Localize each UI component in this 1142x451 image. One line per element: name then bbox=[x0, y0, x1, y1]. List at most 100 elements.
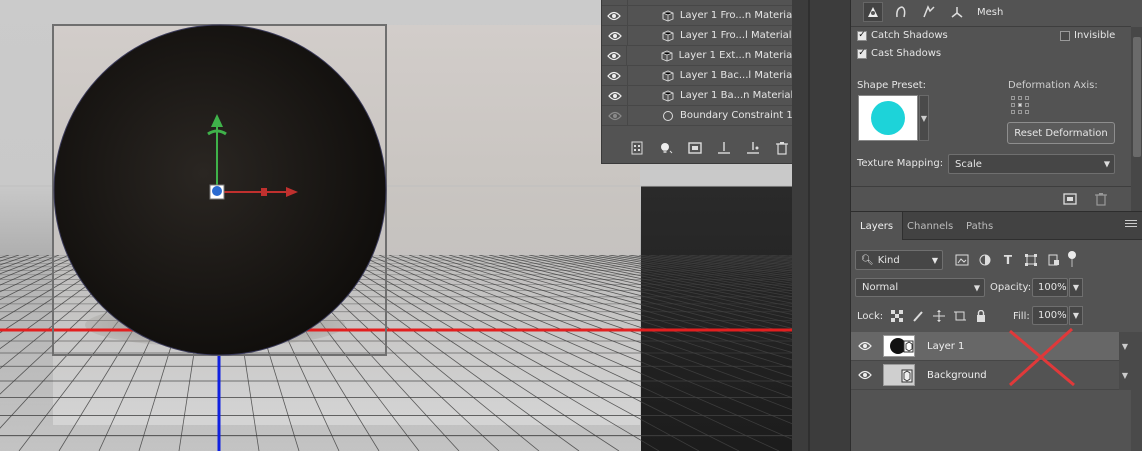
layer-name: Layer 1 bbox=[927, 340, 965, 352]
lock-image-pixels-icon[interactable] bbox=[911, 309, 925, 323]
blend-mode-select[interactable]: Normal ▼ bbox=[855, 278, 985, 297]
properties-footer bbox=[851, 186, 1131, 211]
fill-label: Fill: bbox=[1013, 311, 1030, 322]
scene-row-material[interactable]: Layer 1 Fro...l Material bbox=[602, 25, 795, 46]
deformation-axis-icon[interactable] bbox=[1011, 96, 1031, 116]
reset-deformation-button[interactable]: Reset Deformation bbox=[1007, 122, 1115, 144]
catch-shadows-checkbox[interactable]: ✓ Catch Shadows bbox=[857, 30, 948, 41]
scene-row-material[interactable]: Layer 1 Fro...n Material bbox=[602, 5, 795, 26]
material-icon bbox=[660, 9, 676, 23]
eye-icon[interactable] bbox=[602, 25, 628, 46]
trash-icon[interactable] bbox=[1095, 192, 1107, 209]
ground-icon[interactable] bbox=[715, 139, 733, 157]
layer-row-layer-1[interactable]: Layer 1 ▼ bbox=[851, 331, 1131, 361]
eye-icon[interactable] bbox=[602, 65, 628, 86]
scene-toolbar bbox=[602, 134, 809, 162]
scene-row-constraint[interactable]: Boundary Constraint 1 bbox=[602, 105, 795, 126]
scene-row-material[interactable]: Layer 1 Ba...n Material bbox=[602, 85, 795, 106]
tab-paths[interactable]: Paths bbox=[957, 212, 1002, 240]
properties-tabs: Mesh bbox=[863, 0, 1003, 24]
deformation-axis-label: Deformation Axis: bbox=[1008, 80, 1098, 91]
lock-controls: Lock: bbox=[857, 308, 988, 324]
layers-scrollbar[interactable] bbox=[1131, 332, 1142, 451]
opacity-field[interactable]: 100% bbox=[1032, 278, 1068, 297]
chevron-down-icon: ▼ bbox=[931, 255, 938, 265]
scene-tree: Layer 1 Fro...n Material Layer 1 Fro...l … bbox=[602, 0, 795, 130]
scene-row-label: Layer 1 Ba...n Material bbox=[680, 90, 794, 101]
render-settings-icon[interactable] bbox=[1063, 192, 1077, 209]
eye-icon[interactable] bbox=[602, 45, 628, 66]
coordinates-tab-icon[interactable] bbox=[947, 2, 967, 22]
checkmark-icon[interactable]: ✓ bbox=[857, 48, 867, 59]
pixel-filter-icon[interactable] bbox=[953, 251, 971, 269]
trash-icon[interactable] bbox=[773, 139, 791, 157]
lock-artboard-icon[interactable] bbox=[953, 309, 967, 323]
shape-preset-label: Shape Preset: bbox=[857, 80, 927, 91]
panel-menu-icon[interactable] bbox=[1125, 220, 1137, 232]
filter-toggle-icon[interactable] bbox=[1067, 251, 1077, 269]
lock-label: Lock: bbox=[857, 310, 884, 322]
add-mesh-icon[interactable] bbox=[686, 139, 704, 157]
texture-mapping-label: Texture Mapping: bbox=[857, 158, 944, 169]
eye-icon[interactable] bbox=[851, 341, 879, 351]
eye-icon[interactable] bbox=[602, 5, 628, 26]
opacity-dropdown-icon[interactable]: ▼ bbox=[1069, 278, 1083, 297]
scene-row-label: Boundary Constraint 1 bbox=[680, 110, 793, 121]
layer-name: Background bbox=[927, 369, 987, 381]
layer-row-background[interactable]: Background ▼ bbox=[851, 360, 1131, 390]
lock-all-icon[interactable] bbox=[974, 309, 988, 323]
mesh-label: Mesh bbox=[977, 6, 1004, 18]
chevron-down-icon[interactable]: ▼ bbox=[1119, 331, 1131, 361]
tab-channels[interactable]: Channels bbox=[898, 212, 962, 240]
tab-layers[interactable]: Layers bbox=[851, 212, 904, 240]
material-icon bbox=[660, 69, 676, 83]
fill-field[interactable]: 100% bbox=[1032, 306, 1068, 325]
layer-filter-icons: T bbox=[948, 250, 1077, 270]
3d-scene-panel: Layer 1 Fro...n Material Layer 1 Fro...l … bbox=[601, 0, 809, 164]
cast-shadows-checkbox[interactable]: ✓ Cast Shadows bbox=[857, 48, 941, 59]
checkmark-icon[interactable]: ✓ bbox=[857, 30, 867, 41]
scene-icon[interactable] bbox=[628, 139, 646, 157]
scene-row-material[interactable]: Layer 1 Ext...n Material bbox=[602, 45, 795, 66]
layers-tabbar: Layers Channels Paths bbox=[851, 212, 1142, 240]
shape-filter-icon[interactable] bbox=[1022, 251, 1040, 269]
material-icon bbox=[660, 89, 676, 103]
annotation-x-mark bbox=[1008, 327, 1075, 387]
properties-scrollbar[interactable] bbox=[1131, 27, 1142, 211]
kind-filter-select[interactable]: 🔍︎ Kind ▼ bbox=[855, 250, 943, 270]
eye-icon[interactable] bbox=[602, 105, 628, 126]
scrollbar-thumb[interactable] bbox=[1133, 37, 1141, 157]
eye-icon[interactable] bbox=[602, 85, 628, 106]
scene-row-label: Layer 1 Ext...n Material bbox=[678, 50, 795, 61]
x-scale-handle-icon bbox=[261, 188, 267, 196]
layer-thumbnail bbox=[883, 364, 915, 386]
smart-object-filter-icon[interactable] bbox=[1045, 251, 1063, 269]
cap-tab-icon[interactable] bbox=[919, 2, 939, 22]
checkbox-empty-icon[interactable] bbox=[1060, 30, 1070, 41]
material-icon bbox=[659, 49, 674, 63]
adjustment-filter-icon[interactable] bbox=[976, 251, 994, 269]
constraint-icon bbox=[660, 109, 676, 123]
panel-gutter bbox=[792, 0, 850, 451]
scene-row-label: Layer 1 Fro...l Material bbox=[680, 30, 792, 41]
shape-preset-swatch[interactable] bbox=[858, 95, 918, 141]
lock-position-icon[interactable] bbox=[932, 309, 946, 323]
search-icon: 🔍︎ bbox=[861, 254, 874, 266]
render-icon[interactable] bbox=[744, 139, 762, 157]
lock-transparent-pixels-icon[interactable] bbox=[890, 309, 904, 323]
texture-mapping-select[interactable]: Scale ▼ bbox=[948, 154, 1115, 174]
deform-tab-icon[interactable] bbox=[891, 2, 911, 22]
chevron-down-icon[interactable]: ▼ bbox=[1119, 360, 1131, 390]
eye-icon[interactable] bbox=[851, 370, 879, 380]
mesh-tab-icon[interactable] bbox=[863, 2, 883, 22]
layer-thumbnail bbox=[883, 335, 915, 357]
scene-row-label: Layer 1 Fro...n Material bbox=[679, 10, 795, 21]
properties-panel: Mesh ✓ Catch Shadows ✓ Cast Shadows Invi… bbox=[850, 0, 1142, 211]
type-filter-icon[interactable]: T bbox=[999, 251, 1017, 269]
light-bulb-icon[interactable] bbox=[657, 139, 675, 157]
fill-dropdown-icon[interactable]: ▼ bbox=[1069, 306, 1083, 325]
shape-preset-dropdown-icon[interactable]: ▼ bbox=[919, 95, 929, 141]
invisible-checkbox[interactable]: Invisible bbox=[1060, 30, 1115, 41]
scene-row-material[interactable]: Layer 1 Bac...l Material bbox=[602, 65, 795, 86]
pasteboard-dark bbox=[641, 186, 792, 451]
